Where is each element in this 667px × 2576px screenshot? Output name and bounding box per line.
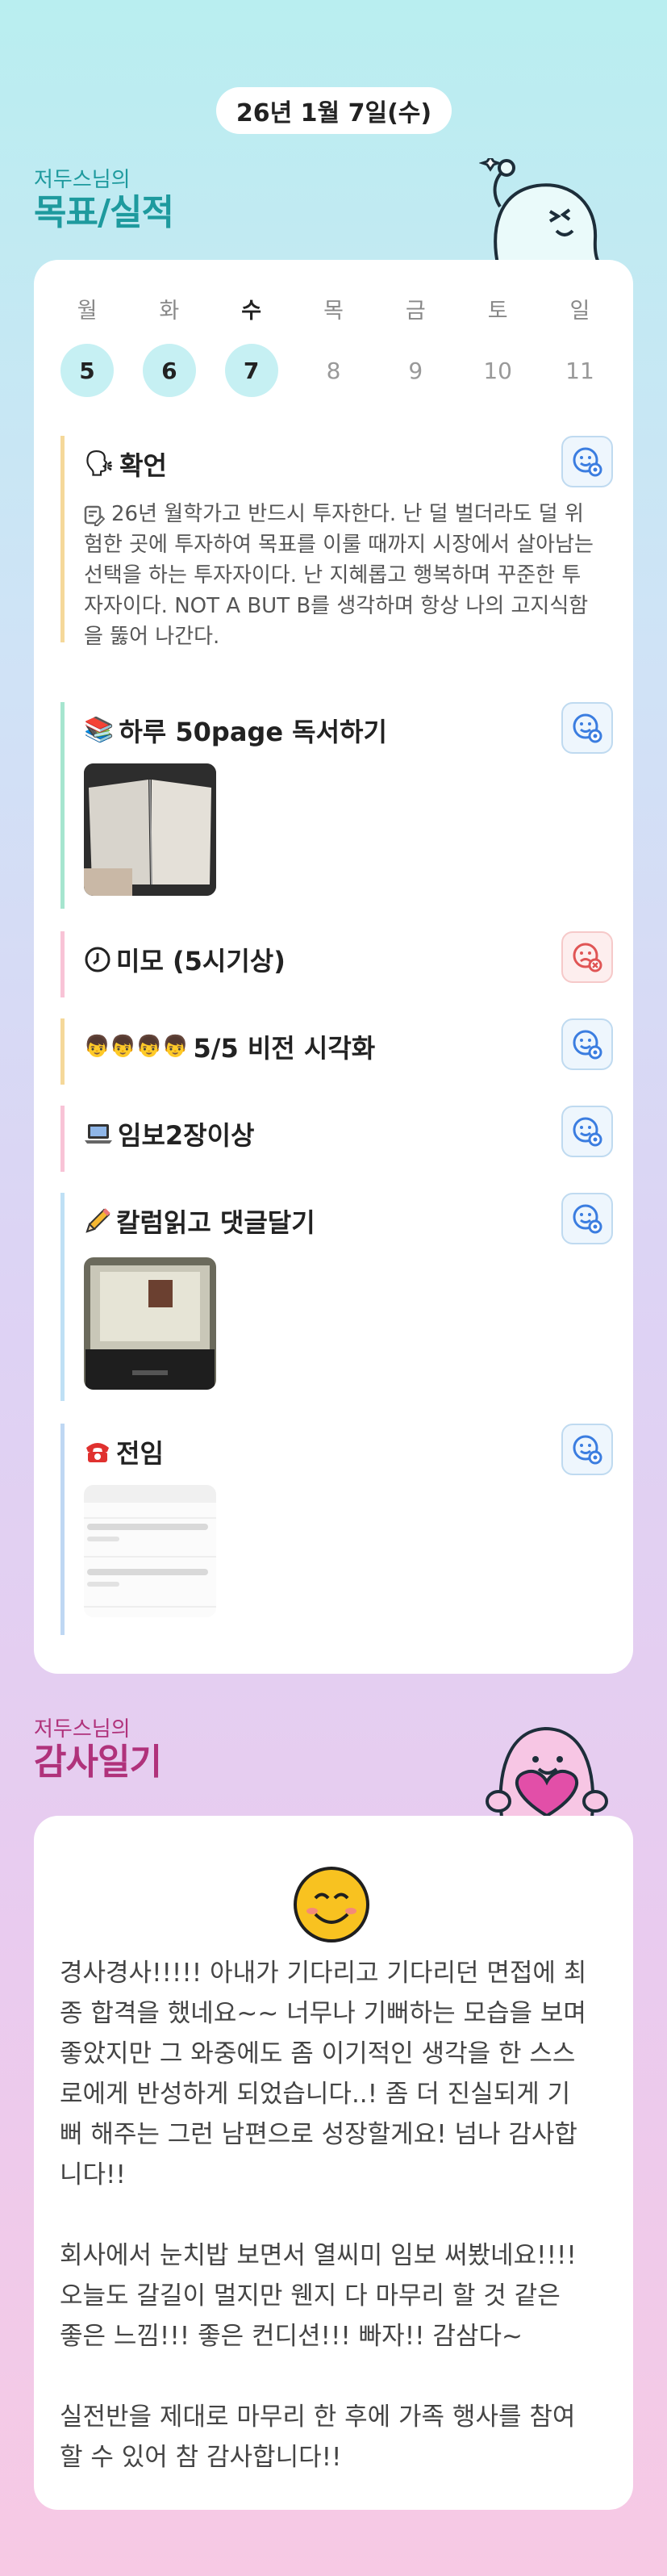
goal-title-row: 미모 (5시기상)	[84, 941, 286, 978]
telephone-icon	[86, 1443, 109, 1462]
week-day-11[interactable]: 일 11	[551, 295, 609, 397]
week-strip: 월 5 화 6 수 7 목 8 금 9 토 10 일 11	[58, 295, 609, 397]
gratitude-line: 할 수 있어 참 감사합니다!!	[60, 2443, 342, 2472]
monitor-photo-thumbnail[interactable]	[84, 1257, 216, 1390]
goal-title-row: 칼럼읽고 댓글달기	[84, 1202, 315, 1240]
gratitude-title: 감사일기	[34, 1742, 162, 1783]
goal-item-wakeup[interactable]: 미모 (5시기상)	[60, 931, 613, 997]
gratitude-card: 경사경사!!!!! 아내가 기다리고 기다리던 면접에 최종 합격을 했네요~~…	[34, 1816, 633, 2510]
gratitude-line: 실전반을 제대로 마무리 한 후에 가족 행사를 참여	[60, 2402, 576, 2432]
goal-title-row: 임보2장이상	[84, 1115, 254, 1152]
goal-title: 하루 50page 독서하기	[119, 717, 387, 747]
monitor-photo-image	[84, 1257, 216, 1390]
day-number: 5	[60, 344, 114, 397]
books-icon: 📚	[84, 716, 115, 744]
goal-title: 칼럼읽고 댓글달기	[116, 1207, 315, 1238]
gratitude-line: 좋았지만 그 와중에도 좀 이기적인 생각을 한 스스	[60, 2039, 576, 2068]
gratitude-line: 니다!!	[60, 2160, 126, 2189]
goal-item-call[interactable]: 전임	[60, 1424, 613, 1635]
day-number: 11	[565, 357, 594, 384]
gratitude-section-title: 저두스님의 감사일기	[34, 1717, 162, 1784]
sad-x-icon	[573, 943, 602, 972]
date-pill[interactable]: 26년 1월 7일(수)	[216, 87, 452, 134]
weekday-label: 토	[487, 299, 508, 324]
goal-item-affirmation[interactable]: 🗣 확언 26년 월학가고 반드시 투자한다. 난 덜 벌더라도 덜 위험한 곳…	[60, 436, 613, 649]
week-day-8[interactable]: 목8	[304, 295, 362, 397]
weekday-label: 수	[241, 299, 262, 324]
day-number: 6	[142, 344, 196, 397]
gratitude-line: 좋은 느낌!!! 좋은 컨디션!!! 빠자!! 감삼다~	[60, 2322, 523, 2351]
status-success-button[interactable]	[561, 1018, 613, 1070]
gratitude-text: 경사경사!!!!! 아내가 기다리고 기다리던 면접에 최종 합격을 했네요~~…	[60, 1953, 608, 2478]
goals-subtitle: 저두스님의	[34, 168, 131, 192]
goals-section-title: 저두스님의 목표/실적	[34, 168, 174, 234]
week-day-9[interactable]: 금9	[386, 295, 444, 397]
day-number: 7	[224, 344, 278, 397]
weekday-label: 목	[323, 299, 344, 324]
goals-title: 목표/실적	[34, 192, 174, 233]
goal-description: 26년 월학가고 반드시 투자한다. 난 덜 벌더라도 덜 위험한 곳에 투자하…	[84, 502, 594, 649]
status-fail-button[interactable]	[561, 931, 613, 983]
clock-icon	[85, 947, 110, 972]
smiling-face-icon	[294, 1867, 369, 1942]
goal-title-row: 📚 하루 50page 독서하기	[84, 712, 387, 749]
status-success-button[interactable]	[561, 1424, 613, 1475]
goal-item-report[interactable]: 임보2장이상	[60, 1106, 613, 1172]
goal-title: 임보2장이상	[118, 1120, 255, 1151]
smile-check-icon	[573, 1204, 602, 1234]
gratitude-line: 뻐 해주는 그런 남편으로 성장할게요! 넘나 감사합	[60, 2120, 577, 2149]
weekday-label: 화	[159, 299, 180, 324]
pencil-icon	[85, 1208, 110, 1233]
gratitude-line: 경사경사!!!!! 아내가 기다리고 기다리던 면접에 최	[60, 1959, 587, 1988]
day-number: 9	[408, 357, 423, 384]
goal-item-column[interactable]: 칼럼읽고 댓글달기	[60, 1193, 613, 1401]
smile-check-icon	[573, 713, 602, 743]
week-day-7[interactable]: 수7	[223, 295, 281, 397]
goal-title-row: 🗣 확언	[84, 445, 167, 483]
laptop-icon	[85, 1124, 112, 1144]
week-day-6[interactable]: 화6	[140, 295, 198, 397]
book-photo-thumbnail[interactable]	[84, 763, 216, 896]
goal-title: 전임	[116, 1438, 164, 1469]
goal-title: 5/5 비전 시각화	[193, 1033, 376, 1064]
speaking-head-icon: 🗣	[84, 450, 115, 478]
smile-check-icon	[573, 1030, 602, 1060]
day-number: 10	[483, 357, 512, 384]
goal-item-reading[interactable]: 📚 하루 50page 독서하기	[60, 702, 613, 909]
status-success-button[interactable]	[561, 702, 613, 754]
smile-check-icon	[573, 1117, 602, 1147]
day-number: 8	[326, 357, 341, 384]
goal-item-vision[interactable]: 👦👦👦👦 5/5 비전 시각화	[60, 1018, 613, 1085]
weekday-label: 금	[405, 299, 426, 324]
call-log-thumbnail[interactable]	[84, 1485, 216, 1617]
gratitude-line: 오늘도 갈길이 멀지만 웬지 다 마무리 할 것 같은	[60, 2281, 561, 2310]
status-success-button[interactable]	[561, 1193, 613, 1244]
status-success-button[interactable]	[561, 436, 613, 487]
people-icon: 👦👦👦👦	[84, 1035, 189, 1059]
smile-check-icon	[573, 447, 602, 477]
weekday-label: 일	[569, 299, 590, 324]
gratitude-line: 회사에서 눈치밥 보면서 열씨미 임보 써봤네요!!!!	[60, 2241, 577, 2270]
date-label: 26년 1월 7일(수)	[236, 99, 432, 128]
mascot-heart-icon	[486, 1726, 608, 1817]
status-success-button[interactable]	[561, 1106, 613, 1157]
goals-card: 월 5 화 6 수 7 목 8 금 9 토 10 일 11 🗣 확언 26년 월학가고 반드시 투자한다.…	[34, 260, 633, 1674]
week-day-5[interactable]: 월5	[58, 295, 116, 397]
mascot-ghost-icon	[479, 158, 604, 268]
smile-check-icon	[573, 1435, 602, 1465]
goal-title-row: 전임	[84, 1433, 164, 1470]
week-day-10[interactable]: 토 10	[469, 295, 527, 397]
goal-title: 미모 (5시기상)	[116, 946, 286, 976]
gratitude-line: 종 합격을 했네요~~ 너무나 기뻐하는 모습을 보며	[60, 1999, 586, 2028]
gratitude-line: 로에게 반성하게 되었습니다..! 좀 더 진실되게 기	[60, 2080, 571, 2109]
book-photo-image	[84, 763, 216, 896]
call-log-image	[84, 1485, 216, 1617]
weekday-label: 월	[77, 299, 98, 324]
goal-title: 확언	[119, 450, 167, 481]
gratitude-subtitle: 저두스님의	[34, 1717, 131, 1742]
goal-title-row: 👦👦👦👦 5/5 비전 시각화	[84, 1028, 375, 1065]
